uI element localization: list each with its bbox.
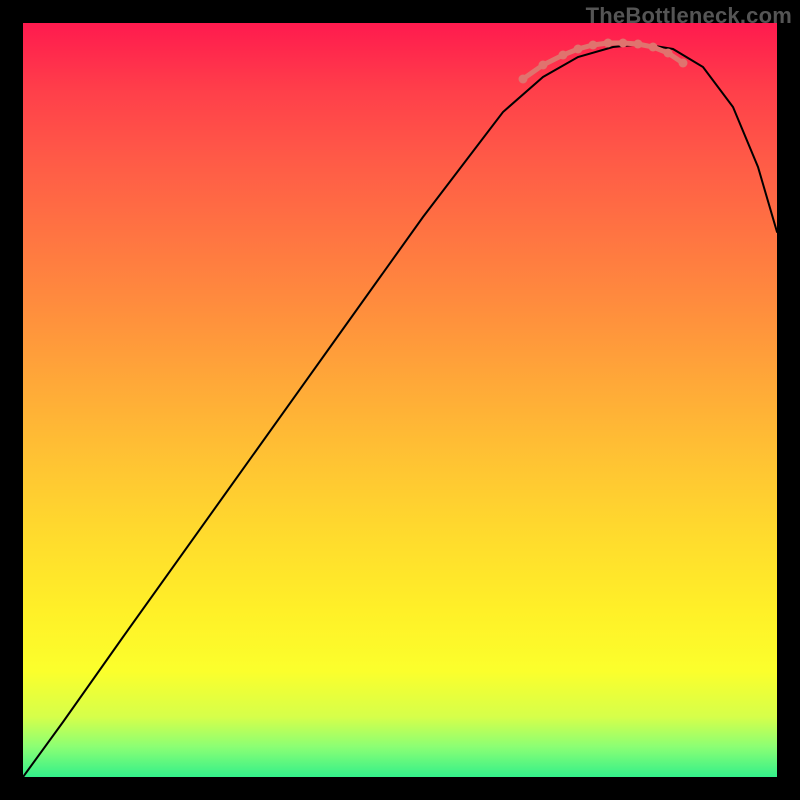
chart-svg (23, 23, 777, 777)
valley-dot (634, 40, 643, 49)
valley-dot (604, 39, 613, 48)
valley-dot (589, 41, 598, 50)
valley-dot (649, 43, 658, 52)
valley-dot (539, 61, 548, 70)
valley-dot (559, 51, 568, 60)
chart-plot-area (23, 23, 777, 777)
valley-dot (679, 59, 688, 68)
valley-dot (519, 75, 528, 84)
valley-dot (664, 49, 673, 58)
watermark-text: TheBottleneck.com (586, 3, 792, 29)
valley-dot (619, 39, 628, 48)
valley-dot (574, 45, 583, 54)
bottleneck-curve (23, 44, 777, 777)
